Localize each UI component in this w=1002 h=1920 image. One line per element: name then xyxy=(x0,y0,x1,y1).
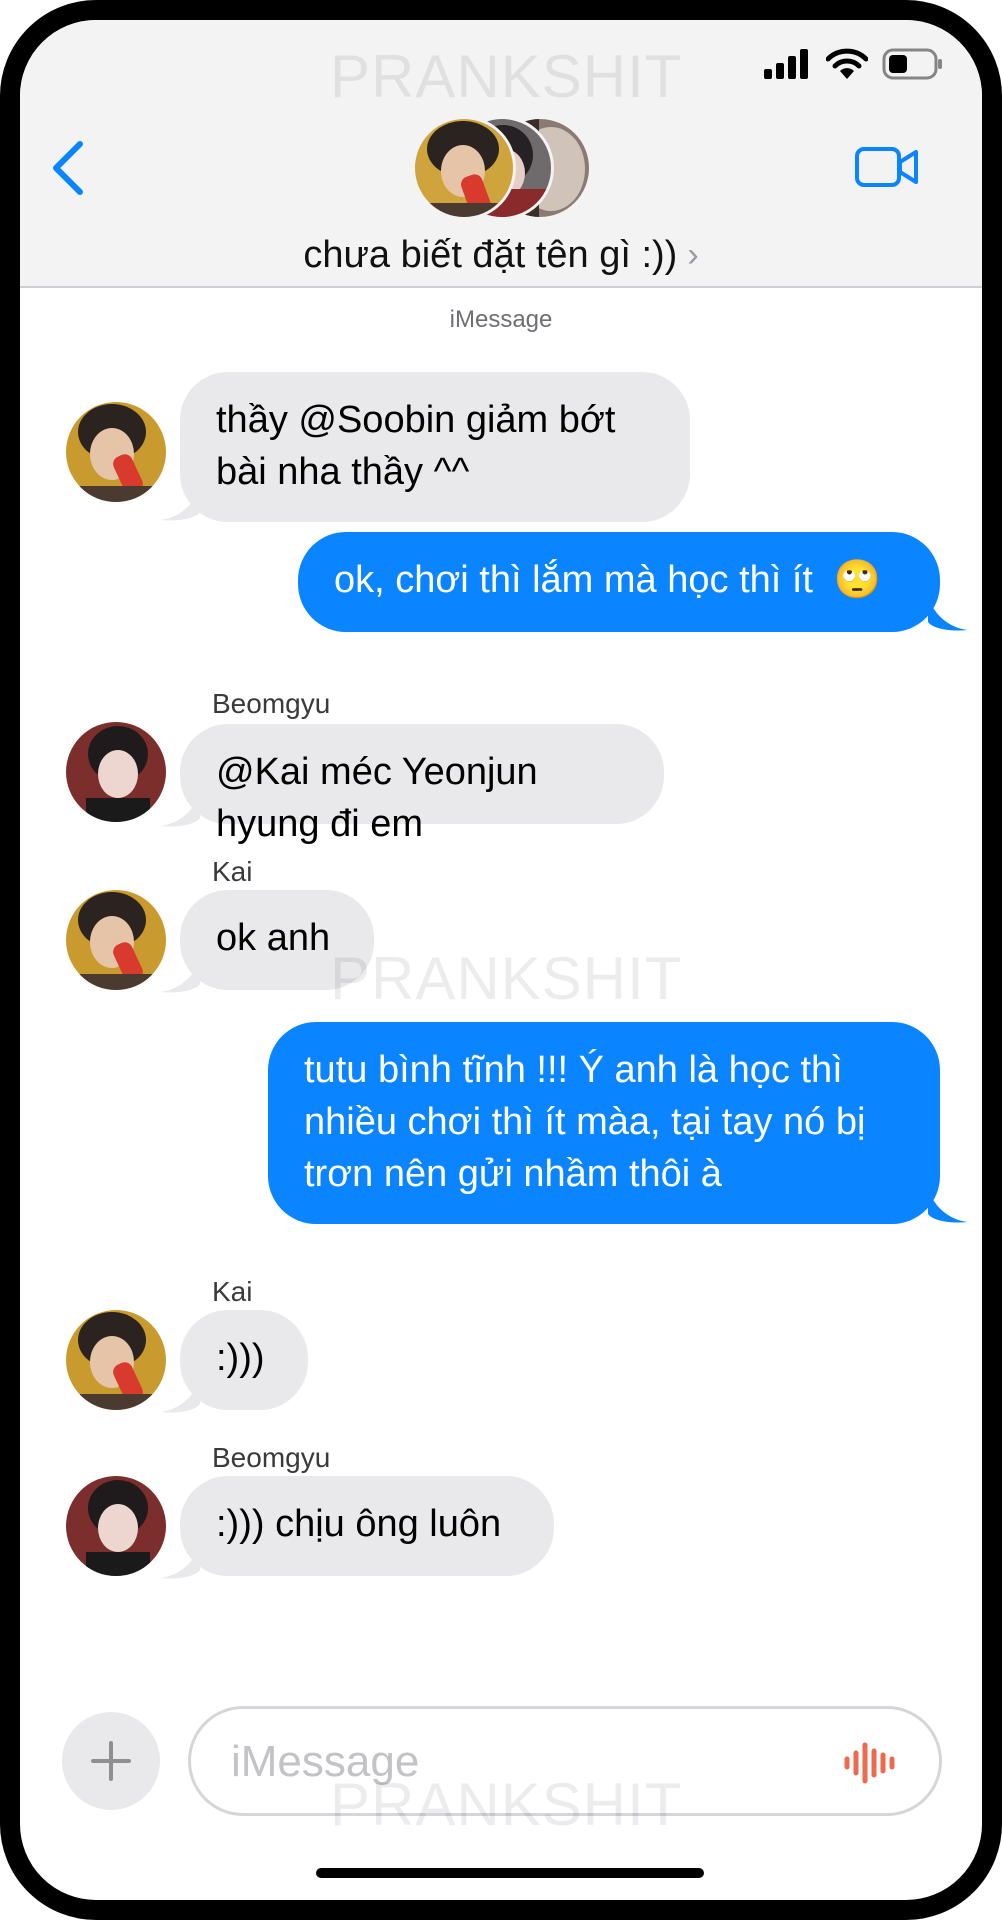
message-input-field[interactable] xyxy=(188,1706,942,1816)
sender-name: Kai xyxy=(212,1276,253,1307)
add-attachment-button[interactable] xyxy=(62,1712,160,1810)
message-bubble-incoming[interactable]: @Kai méc Yeonjun hyung đi em xyxy=(180,724,664,845)
bubble-tail xyxy=(928,592,968,631)
home-indicator xyxy=(316,1868,704,1878)
group-name-label: chưa biết đặt tên gì :)) xyxy=(303,234,678,276)
video-camera-icon[interactable] xyxy=(854,144,920,190)
avatar-beomgyu[interactable] xyxy=(66,722,166,822)
conversation-header: PRANKSHIT chưa biết đặt tên gì:)) › xyxy=(20,20,982,288)
message-bubble-incoming[interactable]: ok anh xyxy=(180,890,374,990)
group-avatar-stack[interactable] xyxy=(412,116,592,220)
face-with-rolling-eyes-emoji: 🙄 xyxy=(833,559,881,601)
sender-name: Kai xyxy=(212,856,253,887)
watermark: PRANKSHIT xyxy=(330,43,683,110)
battery-icon xyxy=(882,48,942,80)
message-bubble-incoming[interactable]: thầy @Soobin giảm bớt bài nha thầy ^^ xyxy=(180,372,690,522)
chevron-right-icon: › xyxy=(687,236,699,274)
phone-frame: PRANKSHIT chưa biết đặt tên gì:)) › iMe… xyxy=(0,0,1002,1920)
message-text: ok, chơi thì lắm mà học thì ít xyxy=(334,559,813,601)
group-name[interactable]: chưa biết đặt tên gì :)) › xyxy=(20,234,982,277)
avatar-kai[interactable] xyxy=(66,1310,166,1410)
wifi-icon xyxy=(826,48,868,79)
plus-icon xyxy=(91,1741,131,1781)
message-bubble-incoming[interactable]: :))) xyxy=(180,1310,308,1410)
watermark: PRANKSHIT xyxy=(330,945,683,1012)
message-bubble-incoming[interactable]: :))) chịu ông luôn xyxy=(180,1476,554,1576)
bubble-tail xyxy=(928,1184,968,1223)
status-bar xyxy=(764,48,944,80)
avatar xyxy=(412,116,516,220)
service-label: iMessage xyxy=(449,306,553,333)
waveform-icon[interactable] xyxy=(843,1741,901,1785)
message-input[interactable] xyxy=(229,1731,793,1793)
avatar-kai[interactable] xyxy=(66,890,166,990)
sender-name: Beomgyu xyxy=(212,1442,331,1473)
cellular-signal-icon xyxy=(764,49,808,79)
message-bubble-outgoing[interactable]: tutu bình tĩnh !!! Ý anh là học thì nhiề… xyxy=(268,1022,940,1224)
message-bubble-outgoing[interactable]: ok, chơi thì lắm mà học thì ít 🙄 xyxy=(298,532,940,632)
sender-name: Beomgyu xyxy=(212,688,331,719)
chevron-left-icon[interactable] xyxy=(48,138,88,198)
avatar-kai[interactable] xyxy=(66,402,166,502)
avatar-beomgyu[interactable] xyxy=(66,1476,166,1576)
